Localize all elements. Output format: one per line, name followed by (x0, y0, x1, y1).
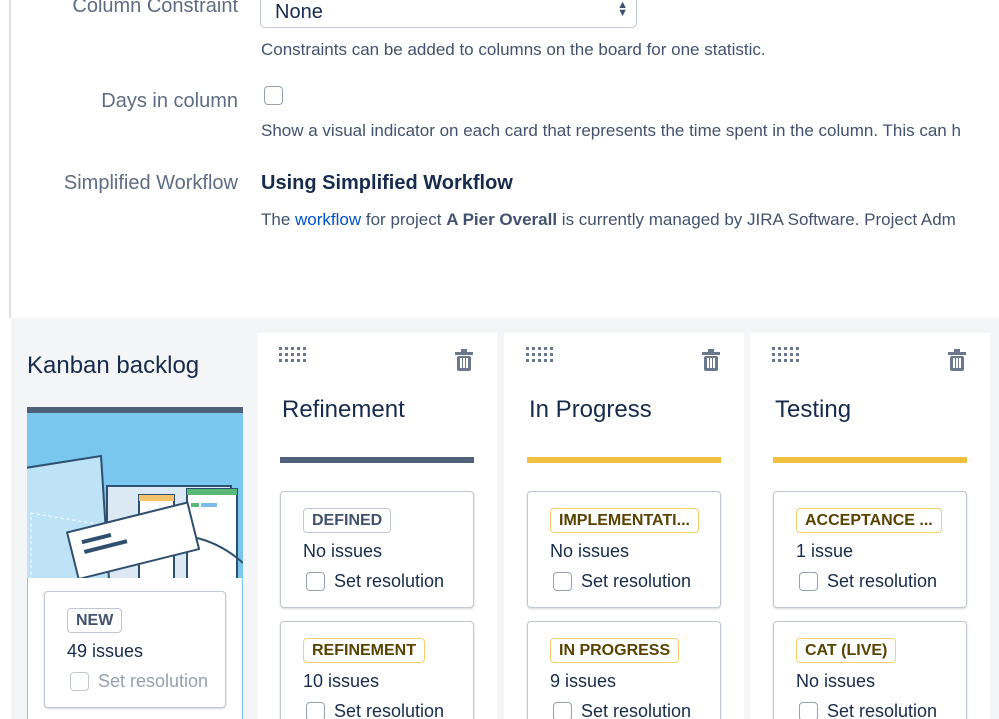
kanban-board-config: Kanban backlog NEW 49 issues Set resolut… (11, 318, 999, 719)
simplified-workflow-description: The workflow for project A Pier Overall … (261, 210, 956, 230)
status-issue-count: No issues (303, 541, 383, 561)
set-resolution-checkbox[interactable] (306, 702, 325, 719)
days-in-column-checkbox[interactable] (264, 86, 283, 105)
set-resolution-label: Set resolution (827, 571, 938, 591)
status-card-implementation[interactable]: IMPLEMENTATI... No issues Set resolution (527, 491, 721, 608)
status-card-cat-live[interactable]: CAT (LIVE) No issues Set resolution (773, 621, 967, 719)
status-lozenge: CAT (LIVE) (796, 638, 897, 663)
trash-icon[interactable] (455, 349, 473, 371)
status-issue-count: 9 issues (550, 671, 617, 691)
column-title: Refinement (282, 396, 405, 423)
status-lozenge: REFINEMENT (303, 638, 425, 663)
select-arrows-icon: ▲ ▼ (617, 0, 628, 19)
simplified-workflow-label: Simplified Workflow (63, 172, 238, 194)
status-card-defined[interactable]: DEFINED No issues Set resolution (280, 491, 474, 608)
board-column-testing[interactable]: Testing ACCEPTANCE ... 1 issue Set resol… (750, 333, 990, 719)
workflow-desc-middle: for project (361, 210, 447, 229)
board-column-settings: Column Constraint None ▲ ▼ Constraints ca… (0, 0, 999, 318)
column-title: In Progress (529, 396, 652, 423)
set-resolution-label: Set resolution (581, 701, 692, 719)
days-in-column-description: Show a visual indicator on each card tha… (261, 121, 961, 140)
board-column-in-progress[interactable]: In Progress IMPLEMENTATI... No issues Se… (504, 333, 744, 719)
set-resolution-label: Set resolution (98, 671, 209, 691)
set-resolution-checkbox[interactable] (799, 702, 818, 719)
backlog-status-panel: NEW 49 issues Set resolution (27, 578, 243, 719)
workflow-link[interactable]: workflow (295, 210, 361, 229)
status-lozenge: NEW (67, 608, 123, 633)
status-lozenge: IN PROGRESS (550, 638, 680, 663)
status-issue-count: 1 issue (796, 541, 854, 561)
workflow-desc-suffix: is currently managed by JIRA Software. P… (557, 210, 956, 229)
set-resolution-checkbox[interactable] (799, 572, 818, 591)
column-title: Testing (775, 396, 852, 423)
column-constraint-select[interactable]: None ▲ ▼ (260, 0, 637, 28)
column-constraint-label: Column Constraint (72, 0, 238, 17)
drag-handle-icon[interactable] (772, 347, 802, 365)
column-color-bar (280, 457, 474, 463)
set-resolution-checkbox[interactable] (306, 572, 325, 591)
set-resolution-label: Set resolution (334, 571, 445, 591)
drag-handle-icon[interactable] (279, 347, 309, 365)
status-card-in-progress[interactable]: IN PROGRESS 9 issues Set resolution (527, 621, 721, 719)
status-issue-count: 49 issues (67, 641, 144, 661)
status-card-refinement[interactable]: REFINEMENT 10 issues Set resolution (280, 621, 474, 719)
set-resolution-label: Set resolution (334, 701, 445, 719)
workflow-desc-prefix: The (261, 210, 296, 229)
trash-icon[interactable] (702, 349, 720, 371)
status-issue-count: No issues (796, 671, 876, 691)
days-in-column-label: Days in column (101, 90, 238, 112)
board-column-refinement[interactable]: Refinement DEFINED No issues Set resolut… (257, 333, 497, 719)
status-lozenge: ACCEPTANCE ... (796, 508, 942, 533)
status-lozenge: IMPLEMENTATI... (550, 508, 699, 533)
project-name: A Pier Overall (446, 210, 558, 229)
status-lozenge: DEFINED (303, 508, 392, 533)
status-issue-count: 10 issues (303, 671, 380, 691)
column-color-bar (773, 457, 967, 463)
set-resolution-checkbox[interactable] (553, 572, 572, 591)
column-constraint-value: None (275, 1, 323, 23)
set-resolution-label: Set resolution (581, 571, 692, 591)
status-card-new[interactable]: NEW 49 issues Set resolution (44, 591, 226, 708)
column-constraint-description: Constraints can be added to columns on t… (261, 40, 766, 59)
column-color-bar (527, 457, 721, 463)
kanban-board-illustration (27, 413, 243, 579)
backlog-title: Kanban backlog (27, 352, 200, 379)
set-resolution-checkbox[interactable] (70, 672, 89, 691)
simplified-workflow-heading: Using Simplified Workflow (261, 172, 513, 194)
set-resolution-checkbox[interactable] (553, 702, 572, 719)
trash-icon[interactable] (948, 349, 966, 371)
status-issue-count: No issues (550, 541, 630, 561)
drag-handle-icon[interactable] (526, 347, 556, 365)
set-resolution-label: Set resolution (827, 701, 938, 719)
status-card-acceptance[interactable]: ACCEPTANCE ... 1 issue Set resolution (773, 491, 967, 608)
